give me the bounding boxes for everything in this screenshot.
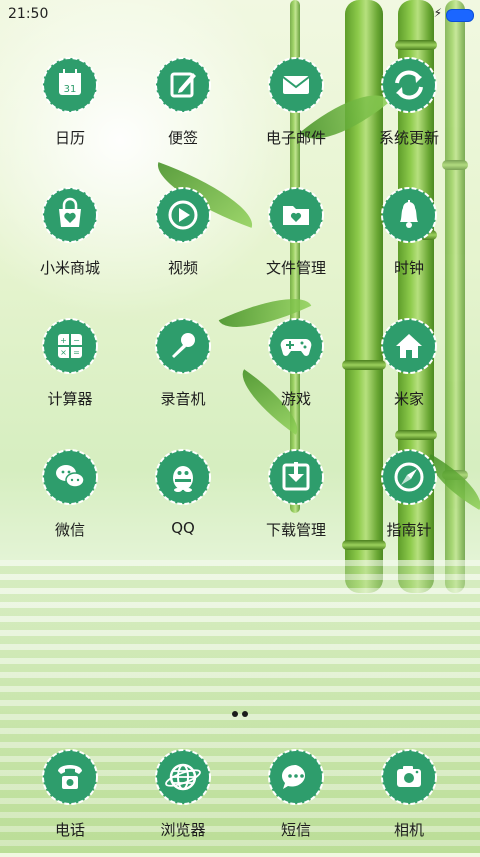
clock-time: 21:50: [8, 6, 49, 22]
notes-icon: [153, 55, 213, 115]
app-label: 电子邮件: [265, 129, 326, 147]
calculator-icon: + − × =: [40, 316, 100, 376]
app-label: 浏览器: [160, 821, 206, 839]
app-label: 米家: [393, 390, 424, 408]
dock-messages[interactable]: 短信: [241, 747, 351, 857]
message-icon: [266, 747, 326, 807]
app-video[interactable]: 视频: [128, 185, 238, 295]
microphone-icon: [153, 316, 213, 376]
app-label: 便签: [167, 129, 198, 147]
app-label: 电话: [54, 821, 85, 839]
page-indicator[interactable]: [0, 702, 480, 721]
chat-icon: [40, 447, 100, 507]
app-label: 文件管理: [265, 259, 326, 277]
app-compass[interactable]: 指南针: [354, 447, 464, 557]
app-wechat[interactable]: 微信: [15, 447, 125, 557]
status-bar: 21:50 ⚡: [0, 0, 480, 30]
dock-camera[interactable]: 相机: [354, 747, 464, 857]
app-label: 相机: [393, 821, 424, 839]
app-label: 小米商城: [39, 259, 100, 277]
app-label: 下载管理: [265, 521, 326, 539]
svg-text:31: 31: [64, 84, 77, 95]
app-label: 计算器: [47, 390, 93, 408]
play-icon: [153, 185, 213, 245]
shopping-bag-icon: [40, 185, 100, 245]
app-label: 系统更新: [378, 129, 439, 147]
app-label: 游戏: [280, 390, 311, 408]
app-games[interactable]: 游戏: [241, 316, 351, 426]
app-label: 短信: [280, 821, 311, 839]
svg-text:×: ×: [60, 348, 67, 357]
app-recorder[interactable]: 录音机: [128, 316, 238, 426]
folder-icon: [266, 185, 326, 245]
mail-icon: [266, 55, 326, 115]
penguin-icon: [153, 447, 213, 507]
page-dot-1[interactable]: [232, 711, 238, 717]
download-icon: [266, 447, 326, 507]
app-label: 时钟: [393, 259, 424, 277]
camera-icon: [379, 747, 439, 807]
svg-text:+: +: [60, 336, 67, 345]
app-label: 录音机: [160, 390, 206, 408]
app-label: 日历: [54, 129, 85, 147]
app-label: 视频: [167, 259, 198, 277]
app-file-manager[interactable]: 文件管理: [241, 185, 351, 295]
dock-phone[interactable]: 电话: [15, 747, 125, 857]
app-mi-store[interactable]: 小米商城: [15, 185, 125, 295]
svg-text:=: =: [73, 348, 80, 357]
dock-browser[interactable]: 浏览器: [128, 747, 238, 857]
app-qq[interactable]: QQ: [128, 447, 238, 557]
phone-icon: [40, 747, 100, 807]
home-icon: [379, 316, 439, 376]
app-mi-home[interactable]: 米家: [354, 316, 464, 426]
app-label: 指南针: [386, 521, 432, 539]
update-icon: [379, 55, 439, 115]
compass-icon: [379, 447, 439, 507]
app-calculator[interactable]: + − × = 计算器: [15, 316, 125, 426]
app-calendar[interactable]: 31 日历: [15, 55, 125, 165]
app-notes[interactable]: 便签: [128, 55, 238, 165]
bolt-icon: ⚡: [433, 6, 442, 20]
battery-icon: [446, 9, 474, 22]
app-clock[interactable]: 时钟: [354, 185, 464, 295]
app-email[interactable]: 电子邮件: [241, 55, 351, 165]
app-downloads[interactable]: 下载管理: [241, 447, 351, 557]
calendar-icon: 31: [40, 55, 100, 115]
app-system-update[interactable]: 系统更新: [354, 55, 464, 165]
page-dot-2[interactable]: [242, 711, 248, 717]
gamepad-icon: [266, 316, 326, 376]
app-label: 微信: [54, 521, 85, 539]
app-label: QQ: [171, 519, 195, 537]
globe-icon: [153, 747, 213, 807]
svg-text:−: −: [73, 336, 80, 345]
bell-icon: [379, 185, 439, 245]
